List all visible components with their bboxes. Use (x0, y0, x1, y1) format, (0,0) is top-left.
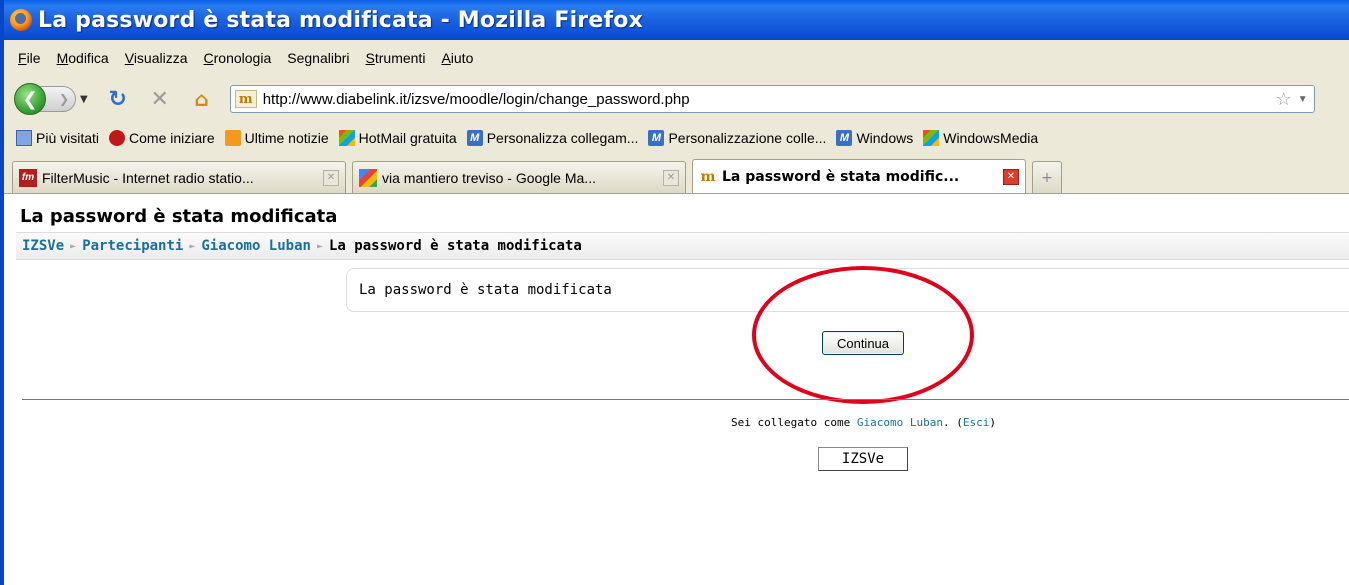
menu-file[interactable]: File (18, 50, 41, 66)
notice-message: La password è stata modificata (359, 282, 612, 298)
close-icon[interactable]: ✕ (663, 169, 679, 186)
url-text[interactable]: http://www.diabelink.it/izsve/moodle/log… (263, 91, 1276, 108)
tab-label: La password è stata modific... (722, 168, 960, 185)
bookmark-ultime-notizie[interactable]: Ultime notizie (224, 130, 329, 146)
search-icon (16, 130, 32, 146)
browser-chrome: File Modifica Visualizza Cronologia Segn… (0, 40, 1349, 194)
url-dropdown-icon[interactable]: ▼ (1298, 94, 1308, 105)
divider (22, 399, 1349, 400)
bookmarks-toolbar: Più visitati Come iniziare Ultime notizi… (4, 122, 1349, 154)
window-titlebar: La password è stata modificata - Mozilla… (0, 0, 1349, 40)
firefox-icon (109, 130, 126, 146)
tab-filtermusic[interactable]: fm FilterMusic - Internet radio statio..… (12, 161, 346, 193)
breadcrumb-partecipanti[interactable]: Partecipanti (82, 238, 183, 254)
bookmark-label: Windows (856, 130, 914, 146)
breadcrumb-user[interactable]: Giacomo Luban (201, 238, 311, 254)
tab-label: FilterMusic - Internet radio statio... (42, 169, 254, 186)
window-title: La password è stata modificata - Mozilla… (38, 7, 643, 33)
menu-segnalibri[interactable]: Segnalibri (287, 50, 349, 66)
bookmark-windows[interactable]: M Windows (836, 130, 913, 146)
windows-icon (923, 130, 940, 146)
breadcrumb-current: La password è stata modificata (328, 238, 582, 254)
stop-icon[interactable]: ✕ (148, 87, 172, 112)
msn-icon: M (466, 130, 483, 146)
breadcrumb: IZSVe ► Partecipanti ► Giacomo Luban ► L… (16, 232, 1349, 260)
tab-bar: fm FilterMusic - Internet radio statio..… (4, 154, 1349, 194)
page-content: La password è stata modificata IZSVe ► P… (0, 194, 1349, 585)
breadcrumb-separator-icon: ► (189, 240, 196, 252)
user-link[interactable]: Giacomo Luban (857, 416, 943, 429)
google-maps-favicon-icon (359, 168, 377, 187)
msn-icon: M (648, 130, 665, 146)
bookmark-label: Più visitati (36, 130, 100, 146)
menu-visualizza[interactable]: Visualizza (125, 50, 188, 66)
bookmark-windowsmedia[interactable]: WindowsMedia (923, 130, 1038, 146)
bookmark-label: Ultime notizie (244, 130, 329, 146)
bookmark-personalizza[interactable]: M Personalizza collegam... (466, 130, 639, 146)
menu-modifica[interactable]: Modifica (57, 50, 109, 66)
menu-aiuto[interactable]: Aiuto (441, 50, 473, 66)
bookmark-label: HotMail gratuita (358, 130, 457, 146)
bookmark-personalizzazione[interactable]: M Personalizzazione colle... (648, 130, 826, 146)
breadcrumb-separator-icon: ► (316, 240, 323, 252)
menu-bar: File Modifica Visualizza Cronologia Segn… (4, 40, 1349, 76)
logout-link[interactable]: Esci (963, 416, 990, 429)
login-info: Sei collegato come Giacomo Luban. (Esci) (4, 416, 1349, 429)
msn-icon: M (836, 130, 853, 146)
breadcrumb-izsve[interactable]: IZSVe (22, 238, 64, 254)
tab-google-maps[interactable]: via mantiero treviso - Google Ma... ✕ (352, 161, 686, 193)
bookmark-label: Come iniziare (129, 130, 215, 146)
bookmark-hotmail[interactable]: HotMail gratuita (338, 130, 457, 146)
bookmark-star-icon[interactable]: ☆ (1276, 89, 1292, 110)
bookmark-come-iniziare[interactable]: Come iniziare (109, 130, 215, 146)
filtermusic-favicon-icon: fm (19, 168, 37, 187)
bookmark-label: Personalizza collegam... (486, 130, 639, 146)
reload-icon[interactable]: ↻ (106, 87, 130, 112)
continue-button[interactable]: Continua (822, 331, 904, 355)
page-title: La password è stata modificata (20, 206, 338, 227)
url-bar[interactable]: m http://www.diabelink.it/izsve/moodle/l… (229, 85, 1315, 113)
login-info-separator: . ( (942, 416, 963, 429)
menu-cronologia[interactable]: Cronologia (204, 50, 272, 66)
home-icon[interactable]: ⌂ (190, 87, 214, 111)
close-icon[interactable]: ✕ (1003, 168, 1019, 185)
bookmark-piu-visitati[interactable]: Più visitati (16, 130, 99, 146)
home-site-button[interactable]: IZSVe (818, 447, 908, 471)
forward-arrow-icon: ❯ (58, 92, 69, 106)
moodle-favicon-icon: m (700, 168, 716, 185)
back-button[interactable]: ❮ (14, 83, 46, 115)
tab-password-changed[interactable]: m La password è stata modific... ✕ (692, 159, 1026, 193)
bookmark-label: WindowsMedia (943, 130, 1039, 146)
menu-strumenti[interactable]: Strumenti (366, 50, 426, 66)
notice-box: La password è stata modificata (346, 268, 1349, 312)
login-info-prefix: Sei collegato come (731, 416, 857, 429)
windows-icon (338, 130, 355, 146)
history-dropdown-icon[interactable]: ▼ (80, 94, 88, 105)
tab-label: via mantiero treviso - Google Ma... (382, 169, 596, 186)
login-info-suffix: ) (989, 416, 996, 429)
moodle-favicon-icon: m (234, 90, 257, 108)
close-icon[interactable]: ✕ (323, 169, 339, 186)
rss-icon (224, 130, 241, 146)
bookmark-label: Personalizzazione colle... (668, 130, 827, 146)
new-tab-button[interactable]: + (1032, 161, 1062, 193)
navigation-toolbar: ❮ ❯ ▼ ↻ ✕ ⌂ m http://www.diabelink.it/iz… (4, 76, 1349, 122)
firefox-logo-icon (10, 9, 32, 31)
plus-icon: + (1041, 169, 1053, 186)
back-arrow-icon: ❮ (22, 88, 38, 110)
breadcrumb-separator-icon: ► (70, 240, 77, 252)
